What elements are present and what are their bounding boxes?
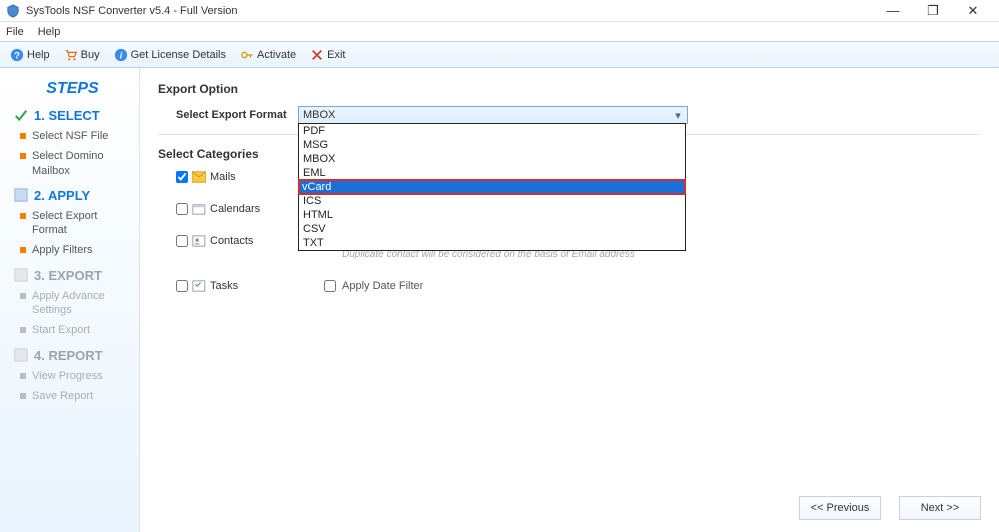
- option-txt[interactable]: TXT: [299, 236, 685, 250]
- bullet-icon: [20, 393, 26, 399]
- menu-file[interactable]: File: [6, 26, 24, 38]
- minimize-button[interactable]: —: [873, 3, 913, 18]
- calendars-label: Calendars: [210, 203, 260, 215]
- export-format-dropdown[interactable]: MBOX ▾: [298, 106, 688, 124]
- calendar-icon: [192, 203, 206, 215]
- toolbar-buy[interactable]: Buy: [60, 46, 104, 64]
- calendars-checkbox[interactable]: [176, 203, 188, 215]
- bullet-icon: [20, 153, 26, 159]
- bullet-icon: [20, 293, 26, 299]
- sidebar-item-select-nsf[interactable]: Select NSF File: [20, 129, 131, 143]
- tasks-date-filter-checkbox[interactable]: [324, 280, 336, 292]
- contacts-icon: [192, 235, 206, 247]
- sidebar: STEPS 1. SELECT Select NSF File Select D…: [0, 68, 140, 532]
- check-icon: [14, 109, 28, 123]
- main: STEPS 1. SELECT Select NSF File Select D…: [0, 68, 999, 532]
- window-title: SysTools NSF Converter v5.4 - Full Versi…: [26, 5, 873, 17]
- option-eml[interactable]: EML: [299, 166, 685, 180]
- sidebar-item-select-domino[interactable]: Select Domino Mailbox: [20, 149, 131, 178]
- bullet-icon: [20, 327, 26, 333]
- chevron-down-icon: ▾: [671, 108, 685, 122]
- mails-label: Mails: [210, 171, 236, 183]
- svg-text:?: ?: [14, 50, 20, 61]
- step-1-select[interactable]: 1. SELECT: [14, 108, 131, 123]
- export-option-heading: Export Option: [158, 82, 981, 96]
- mails-checkbox[interactable]: [176, 171, 188, 183]
- toolbar-exit[interactable]: Exit: [306, 46, 349, 64]
- tasks-date-filter-label: Apply Date Filter: [342, 280, 423, 292]
- step-icon: [14, 188, 28, 202]
- next-button[interactable]: Next >>: [899, 496, 981, 520]
- sidebar-item-start-export: Start Export: [20, 323, 131, 337]
- previous-button[interactable]: << Previous: [799, 496, 881, 520]
- option-pdf[interactable]: PDF: [299, 124, 685, 138]
- toolbar-activate[interactable]: Activate: [236, 46, 300, 64]
- contacts-label: Contacts: [210, 235, 253, 247]
- mail-icon: [192, 171, 206, 183]
- option-csv[interactable]: CSV: [299, 222, 685, 236]
- app-icon: [6, 4, 20, 18]
- bullet-icon: [20, 247, 26, 253]
- cart-icon: [64, 48, 78, 62]
- bullet-icon: [20, 373, 26, 379]
- toolbar-license[interactable]: i Get License Details: [110, 46, 230, 64]
- sidebar-item-view-progress: View Progress: [20, 369, 131, 383]
- dropdown-selected: MBOX: [303, 109, 335, 121]
- titlebar: SysTools NSF Converter v5.4 - Full Versi…: [0, 0, 999, 22]
- help-icon: ?: [10, 48, 24, 62]
- tasks-checkbox[interactable]: [176, 280, 188, 292]
- step-icon: [14, 268, 28, 282]
- sidebar-item-apply-filters[interactable]: Apply Filters: [20, 243, 131, 257]
- select-format-label: Select Export Format: [158, 109, 298, 121]
- toolbar: ? Help Buy i Get License Details Activat…: [0, 42, 999, 68]
- key-icon: [240, 48, 254, 62]
- option-ics[interactable]: ICS: [299, 194, 685, 208]
- close-button[interactable]: ✕: [953, 3, 993, 19]
- contacts-checkbox[interactable]: [176, 235, 188, 247]
- step-2-apply[interactable]: 2. APPLY: [14, 188, 131, 203]
- bullet-icon: [20, 133, 26, 139]
- info-icon: i: [114, 48, 128, 62]
- menu-help[interactable]: Help: [38, 26, 61, 38]
- option-mbox[interactable]: MBOX: [299, 152, 685, 166]
- tasks-icon: [192, 280, 206, 292]
- maximize-button[interactable]: ❐: [913, 3, 953, 19]
- footer: << Previous Next >>: [799, 496, 981, 520]
- tasks-label: Tasks: [210, 280, 238, 292]
- bullet-icon: [20, 213, 26, 219]
- step-4-report: 4. REPORT: [14, 348, 131, 363]
- steps-title: STEPS: [14, 80, 131, 98]
- option-msg[interactable]: MSG: [299, 138, 685, 152]
- content: Export Option Select Export Format MBOX …: [140, 68, 999, 532]
- menubar: File Help: [0, 22, 999, 42]
- export-format-options: PDF MSG MBOX EML vCard ICS HTML CSV TXT: [298, 123, 686, 251]
- sidebar-item-advance-settings: Apply Advance Settings: [20, 289, 131, 318]
- step-3-export: 3. EXPORT: [14, 268, 131, 283]
- sidebar-item-save-report: Save Report: [20, 389, 131, 403]
- option-vcard[interactable]: vCard: [298, 179, 686, 195]
- exit-icon: [310, 48, 324, 62]
- toolbar-help[interactable]: ? Help: [6, 46, 54, 64]
- sidebar-item-export-format[interactable]: Select Export Format: [20, 209, 131, 238]
- step-icon: [14, 348, 28, 362]
- option-html[interactable]: HTML: [299, 208, 685, 222]
